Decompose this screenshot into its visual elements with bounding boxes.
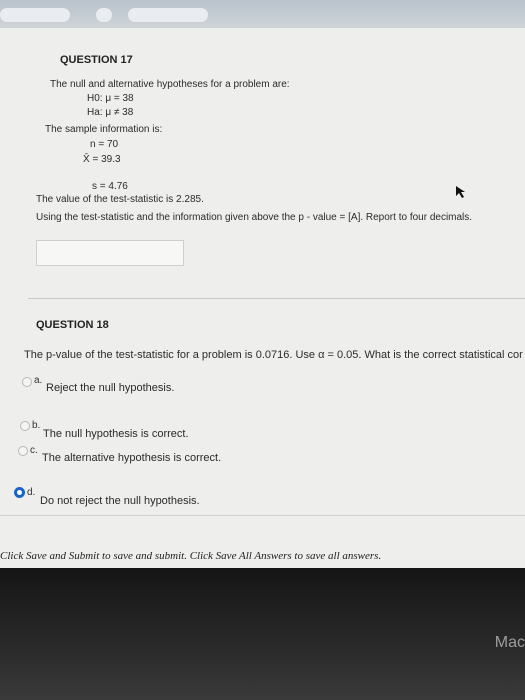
radio-option-a[interactable] (22, 377, 32, 387)
option-a-label[interactable]: Reject the null hypothesis. (46, 382, 174, 394)
top-strip-shape (0, 8, 70, 22)
test-statistic-text: The value of the test-statistic is 2.285… (36, 194, 204, 205)
option-d-letter: d. (27, 487, 36, 498)
sample-size: n = 70 (90, 139, 119, 150)
quiz-page: QUESTION 17 The null and alternative hyp… (0, 28, 525, 568)
question-divider (28, 298, 525, 299)
option-d-label[interactable]: Do not reject the null hypothesis. (40, 495, 200, 507)
mouse-pointer-icon (456, 186, 465, 198)
browser-top-strip (0, 0, 525, 28)
question-17-title: QUESTION 17 (60, 54, 133, 66)
top-strip-shape (128, 8, 208, 22)
null-hypothesis: H0: μ = 38 (87, 93, 134, 104)
sample-std-dev: s = 4.76 (92, 181, 128, 192)
option-b-letter: b. (32, 420, 41, 431)
top-strip-dot (96, 8, 112, 22)
radio-option-d[interactable] (14, 487, 25, 498)
sample-mean: X̄ = 39.3 (83, 154, 121, 165)
answer-input-a[interactable] (36, 240, 184, 266)
footer-divider (0, 515, 525, 516)
option-c-label[interactable]: The alternative hypothesis is correct. (42, 452, 221, 464)
mac-brand-label: Mac (494, 634, 525, 651)
radio-option-b[interactable] (20, 421, 30, 431)
option-c-letter: c. (30, 445, 38, 456)
hypotheses-intro: The null and alternative hypotheses for … (50, 79, 290, 90)
screen-bezel (0, 568, 525, 700)
option-b-label[interactable]: The null hypothesis is correct. (43, 428, 189, 440)
question-18-prompt: The p-value of the test-statistic for a … (24, 349, 523, 361)
sample-info-intro: The sample information is: (45, 124, 163, 135)
p-value-instruction: Using the test-statistic and the informa… (36, 212, 473, 223)
save-submit-instructions: Click Save and Submit to save and submit… (0, 550, 382, 562)
option-a-letter: a. (34, 375, 43, 386)
alternative-hypothesis: Ha: μ ≠ 38 (87, 107, 134, 118)
question-18-title: QUESTION 18 (36, 319, 109, 331)
radio-option-c[interactable] (18, 446, 28, 456)
